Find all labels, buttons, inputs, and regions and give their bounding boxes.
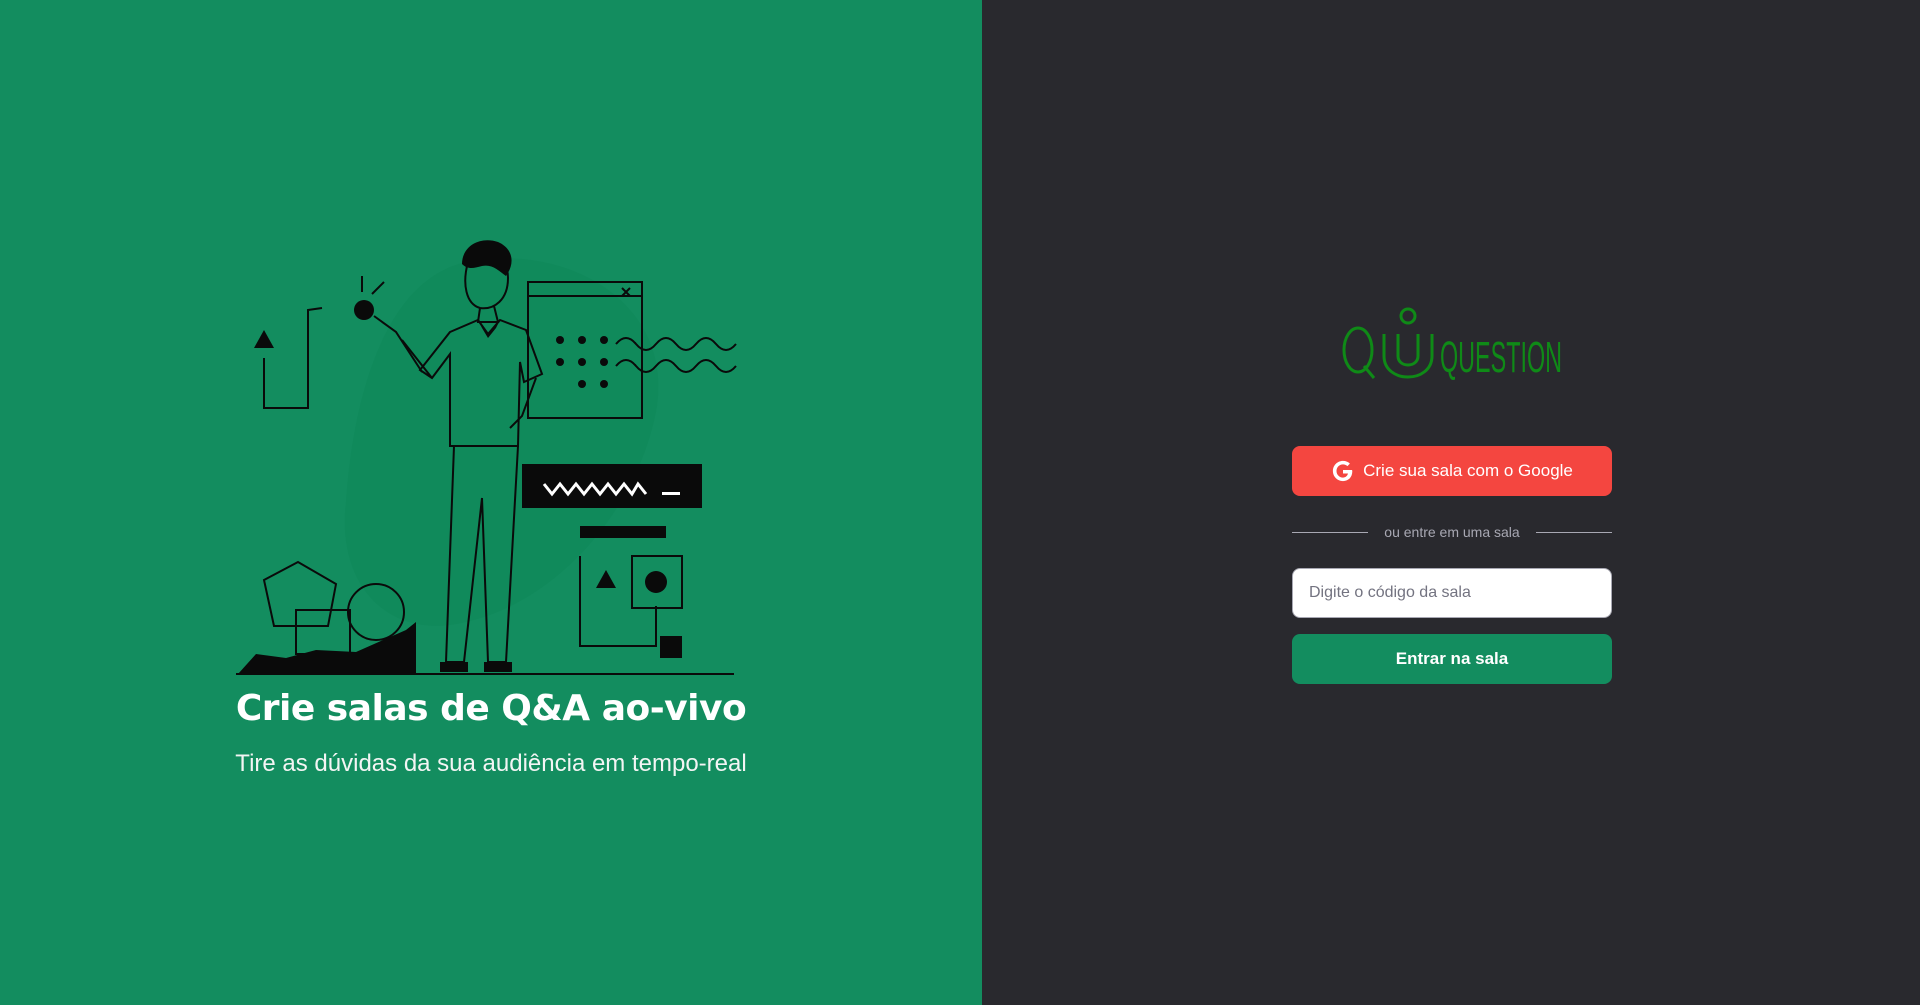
- room-code-input[interactable]: [1292, 568, 1612, 618]
- person-presenting-illustration: [236, 240, 737, 675]
- google-g-icon: [1331, 459, 1355, 483]
- separator-text: ou entre em uma sala: [1384, 524, 1520, 540]
- auth-panel: QUESTION Crie sua sala com o Google ou e…: [982, 0, 1920, 1005]
- separator: ou entre em uma sala: [1292, 524, 1612, 540]
- hero-title: Crie salas de Q&A ao-vivo: [235, 688, 747, 729]
- create-room-google-button[interactable]: Crie sua sala com o Google: [1292, 446, 1612, 496]
- auth-form: QUESTION Crie sua sala com o Google ou e…: [1292, 304, 1612, 684]
- question-logo: QUESTION: [1342, 307, 1562, 382]
- google-button-label: Crie sua sala com o Google: [1363, 461, 1573, 480]
- separator-line-right: [1535, 531, 1612, 533]
- logo-text: QUESTION: [1440, 333, 1562, 382]
- hero-subtitle: Tire as dúvidas da sua audiência em temp…: [235, 750, 747, 777]
- enter-room-button[interactable]: Entrar na sala: [1292, 634, 1612, 684]
- hero-panel: Crie salas de Q&A ao-vivo Tire as dúvida…: [0, 0, 982, 1005]
- separator-line-left: [1292, 531, 1369, 533]
- page: Crie salas de Q&A ao-vivo Tire as dúvida…: [0, 0, 1920, 1005]
